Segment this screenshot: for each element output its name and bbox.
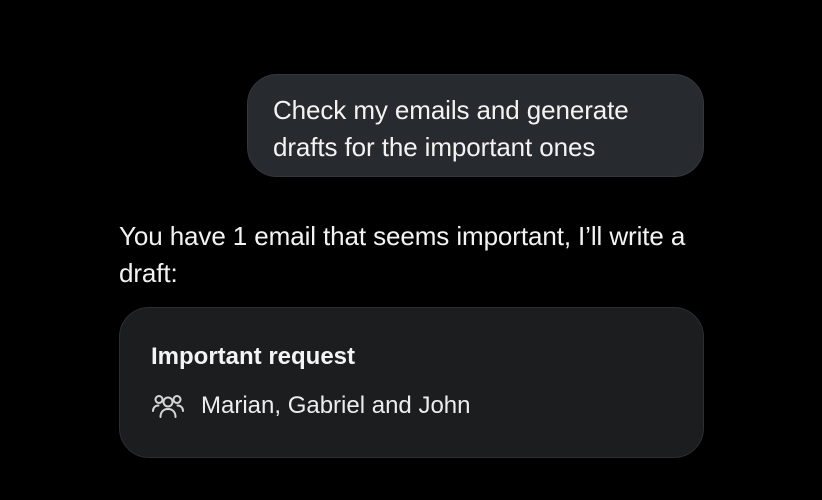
chat-canvas: Check my emails and generate drafts for … (0, 0, 822, 500)
assistant-message-line: draft: (119, 258, 178, 288)
people-icon (151, 392, 185, 420)
email-subject: Important request (151, 343, 356, 370)
email-recipients: Marian, Gabriel and John (201, 392, 471, 419)
user-message-line: Check my emails and generate (273, 95, 629, 125)
assistant-message: You have 1 email that seems important, I… (119, 218, 719, 292)
recipients-row: Marian, Gabriel and John (151, 391, 673, 421)
assistant-message-line: You have 1 email that seems important, I… (119, 221, 686, 251)
email-draft-card[interactable]: Important request Marian, Gabriel and Jo… (119, 307, 704, 458)
user-message-bubble: Check my emails and generate drafts for … (247, 74, 704, 177)
user-message-line: drafts for the important ones (273, 132, 596, 162)
